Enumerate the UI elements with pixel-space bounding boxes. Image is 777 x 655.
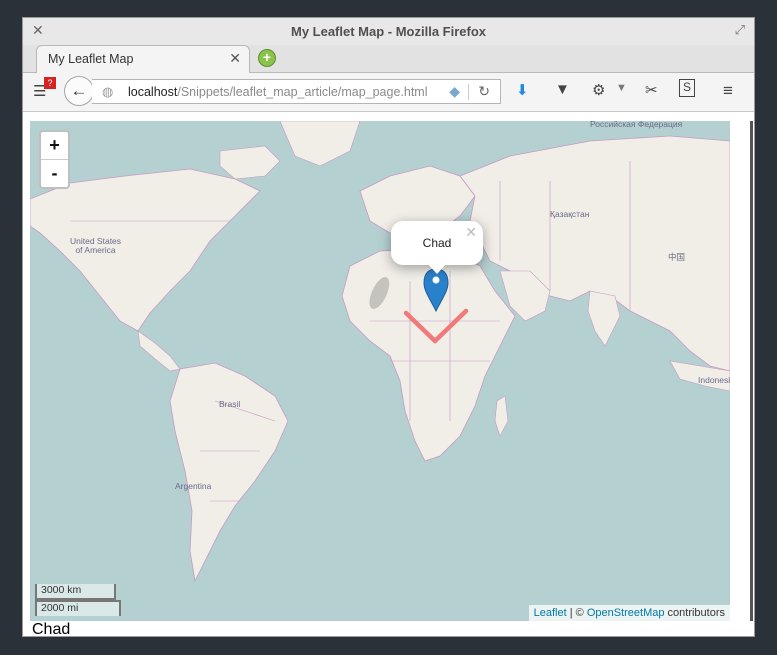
s-extension-icon[interactable]: S — [679, 79, 695, 97]
popup-tip — [427, 263, 447, 274]
settings-gear-icon[interactable]: ⚙ — [592, 81, 605, 99]
back-button[interactable]: ← — [64, 76, 94, 106]
window-maximize-button[interactable]: ⤢ — [735, 22, 745, 38]
browser-window: ✕ My Leaflet Map - Mozilla Firefox ⤢ My … — [22, 17, 755, 637]
scale-mi: 2000 mi — [35, 600, 121, 616]
globe-icon: ◍ — [102, 84, 114, 99]
label-brazil: Brasil — [219, 399, 241, 409]
label-usa: United States of America — [70, 236, 122, 255]
attribution-separator: | © — [566, 607, 587, 619]
navigation-toolbar: ☰ ? ← ◍ localhost/Snippets/leaflet_map_a… — [23, 73, 754, 112]
window-title: My Leaflet Map - Mozilla Firefox — [290, 24, 487, 39]
scale-km: 3000 km — [35, 584, 116, 600]
pocket-icon[interactable]: ▼ — [555, 81, 570, 98]
label-russia: Российская Федерация — [590, 121, 683, 129]
page-caption: Chad — [32, 621, 71, 637]
page-content: United States of America Brasil Argentin… — [23, 112, 754, 636]
vertical-scrollbar[interactable] — [750, 121, 753, 621]
scissor-tool-icon[interactable]: ✂ — [645, 81, 658, 99]
url-path: /Snippets/leaflet_map_article/map_page.h… — [177, 85, 428, 99]
extension-cube-icon[interactable]: ◆ — [449, 83, 460, 100]
leaflet-map[interactable]: United States of America Brasil Argentin… — [30, 121, 730, 621]
label-china: 中国 — [668, 252, 686, 262]
zoom-in-button[interactable]: + — [41, 132, 68, 160]
back-arrow-icon: ← — [70, 81, 88, 100]
new-tab-button[interactable]: + — [258, 49, 276, 67]
settings-dropdown-icon[interactable]: ▼ — [616, 82, 627, 94]
reload-icon[interactable]: ↻ — [478, 83, 490, 100]
title-bar: ✕ My Leaflet Map - Mozilla Firefox ⤢ — [23, 18, 754, 45]
url-host: localhost — [128, 85, 178, 99]
label-indonesia: Indonesi — [698, 375, 730, 385]
url-bar[interactable]: ◍ localhost/Snippets/leaflet_map_article… — [92, 79, 501, 104]
scale-bar: 3000 km 2000 mi — [35, 584, 121, 616]
hamburger-menu-icon[interactable]: ≡ — [723, 81, 733, 101]
leaflet-link[interactable]: Leaflet — [534, 607, 567, 619]
tab-label: My Leaflet Map — [48, 52, 134, 66]
url-separator — [468, 84, 469, 100]
tab-my-leaflet-map[interactable]: My Leaflet Map ✕ — [36, 45, 250, 73]
label-kazakhstan: Қазақстан — [550, 209, 590, 219]
attribution-suffix: contributors — [664, 607, 725, 619]
label-argentina: Argentina — [175, 481, 212, 491]
zoom-out-button[interactable]: - — [41, 160, 68, 187]
popup-text: Chad — [422, 236, 452, 250]
osm-link[interactable]: OpenStreetMap — [587, 607, 665, 619]
notification-badge: ? — [44, 77, 56, 89]
tab-close-icon[interactable]: ✕ — [229, 50, 241, 67]
tab-strip: My Leaflet Map ✕ + — [23, 45, 754, 73]
marker-popup: ✕ Chad — [391, 221, 483, 274]
attribution: Leaflet | © OpenStreetMap contributors — [528, 605, 730, 621]
downloads-icon[interactable]: ⬇ — [516, 81, 529, 99]
world-basemap — [30, 121, 730, 621]
zoom-control: + - — [39, 130, 70, 189]
url-text: localhost/Snippets/leaflet_map_article/m… — [128, 85, 428, 99]
